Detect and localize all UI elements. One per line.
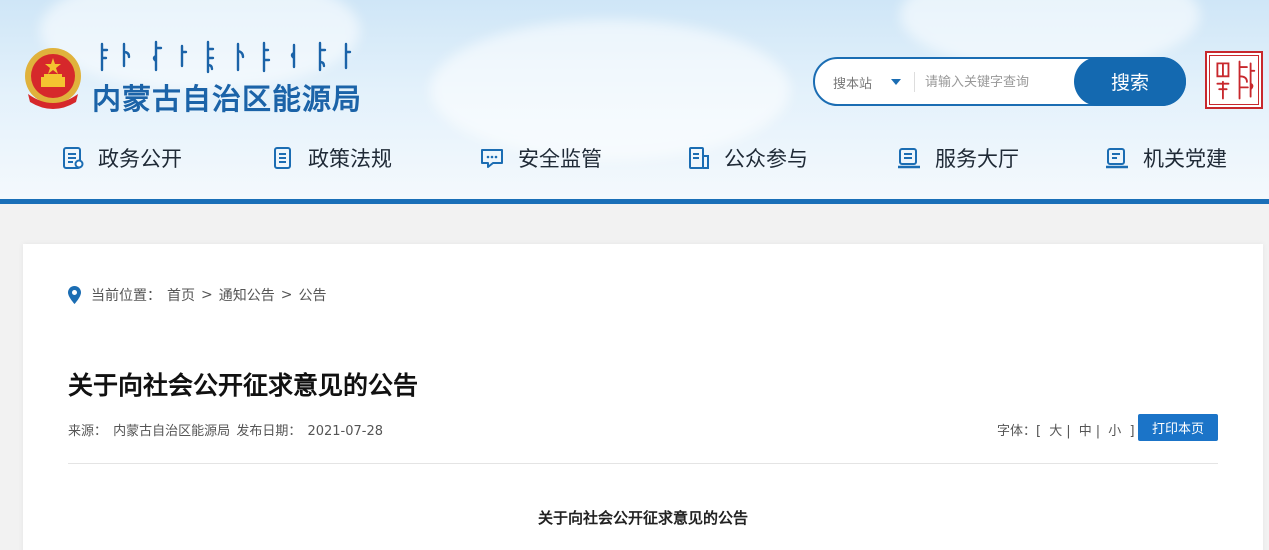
nav-item-government-affairs[interactable]: 政务公开 xyxy=(62,136,182,180)
content-heading: 关于向社会公开征求意见的公告 xyxy=(537,509,748,527)
font-size-small[interactable]: 小 xyxy=(1108,424,1121,439)
nav-item-party-building[interactable]: 机关党建 xyxy=(1105,136,1227,180)
site-title: 内蒙古自治区能源局 xyxy=(92,82,363,116)
search-scope-select[interactable]: 搜本站 xyxy=(833,73,872,92)
chat-bubble-icon xyxy=(481,149,503,168)
search-input[interactable] xyxy=(925,69,1075,95)
mongolian-seal-logo xyxy=(1205,51,1263,109)
seal-script-icon xyxy=(1209,55,1259,105)
source-label: 来源： xyxy=(68,424,108,439)
caret-down-icon[interactable] xyxy=(891,79,901,85)
font-size-medium[interactable]: 中 xyxy=(1079,424,1092,439)
location-pin-icon xyxy=(68,286,81,304)
breadcrumb-prefix: 当前位置： xyxy=(91,288,161,304)
nav-item-label: 政务公开 xyxy=(98,147,182,171)
date-label: 发布日期： xyxy=(236,424,302,439)
policy-book-icon xyxy=(274,147,291,169)
font-size-large[interactable]: 大 xyxy=(1049,424,1062,439)
nav-item-label: 服务大厅 xyxy=(935,147,1019,171)
main-nav: 政务公开 政策法规 安全监管 公众参与 服务大厅 机关党建 xyxy=(0,136,1269,180)
breadcrumb-separator: > xyxy=(280,287,293,303)
article-title: 关于向社会公开征求意见的公告 xyxy=(68,371,419,400)
document-list-icon xyxy=(63,147,84,169)
national-emblem-icon xyxy=(25,48,81,109)
font-size-close: ] xyxy=(1129,424,1135,439)
breadcrumb: 当前位置： 首页 > 通知公告 > 公告 xyxy=(68,285,326,305)
nav-item-policies[interactable]: 政策法规 xyxy=(272,136,392,180)
source-value: 内蒙古自治区能源局 xyxy=(113,424,231,439)
breadcrumb-link-home[interactable]: 首页 xyxy=(167,285,195,305)
service-hall-icon xyxy=(898,148,920,169)
search-button[interactable]: 搜索 xyxy=(1074,57,1186,106)
meta-divider xyxy=(68,463,1218,464)
nav-item-service-hall[interactable]: 服务大厅 xyxy=(897,136,1019,180)
nav-item-label: 公众参与 xyxy=(724,147,808,171)
article-card: 当前位置： 首页 > 通知公告 > 公告 关于向社会公开征求意见的公告 来源： … xyxy=(23,244,1263,550)
date-value: 2021-07-28 xyxy=(307,424,384,439)
print-button[interactable]: 打印本页 xyxy=(1138,414,1218,441)
search-divider xyxy=(914,72,915,92)
mongolian-script-logo xyxy=(100,40,352,74)
font-size-label: 字体：[ xyxy=(997,424,1042,439)
public-participation-icon xyxy=(689,147,709,169)
party-building-icon xyxy=(1106,148,1128,169)
breadcrumb-link-announcement[interactable]: 公告 xyxy=(298,285,326,305)
nav-item-label: 政策法规 xyxy=(308,147,392,171)
font-size-control: 字体：[ 大 | 中 | 小 ] xyxy=(997,424,1135,439)
search-box: 搜本站 搜索 xyxy=(813,57,1186,106)
breadcrumb-separator: > xyxy=(201,287,213,303)
site-header: 内蒙古自治区能源局 搜本站 搜索 政务公开 xyxy=(0,0,1269,199)
nav-item-label: 安全监管 xyxy=(518,147,602,171)
nav-item-public-participation[interactable]: 公众参与 xyxy=(688,136,808,180)
article-meta: 来源： 内蒙古自治区能源局 发布日期： 2021-07-28 xyxy=(68,420,385,439)
nav-item-label: 机关党建 xyxy=(1143,147,1227,171)
breadcrumb-link-notices[interactable]: 通知公告 xyxy=(219,285,275,305)
header-divider-bar xyxy=(0,199,1269,204)
nav-item-safety-supervision[interactable]: 安全监管 xyxy=(480,136,602,180)
